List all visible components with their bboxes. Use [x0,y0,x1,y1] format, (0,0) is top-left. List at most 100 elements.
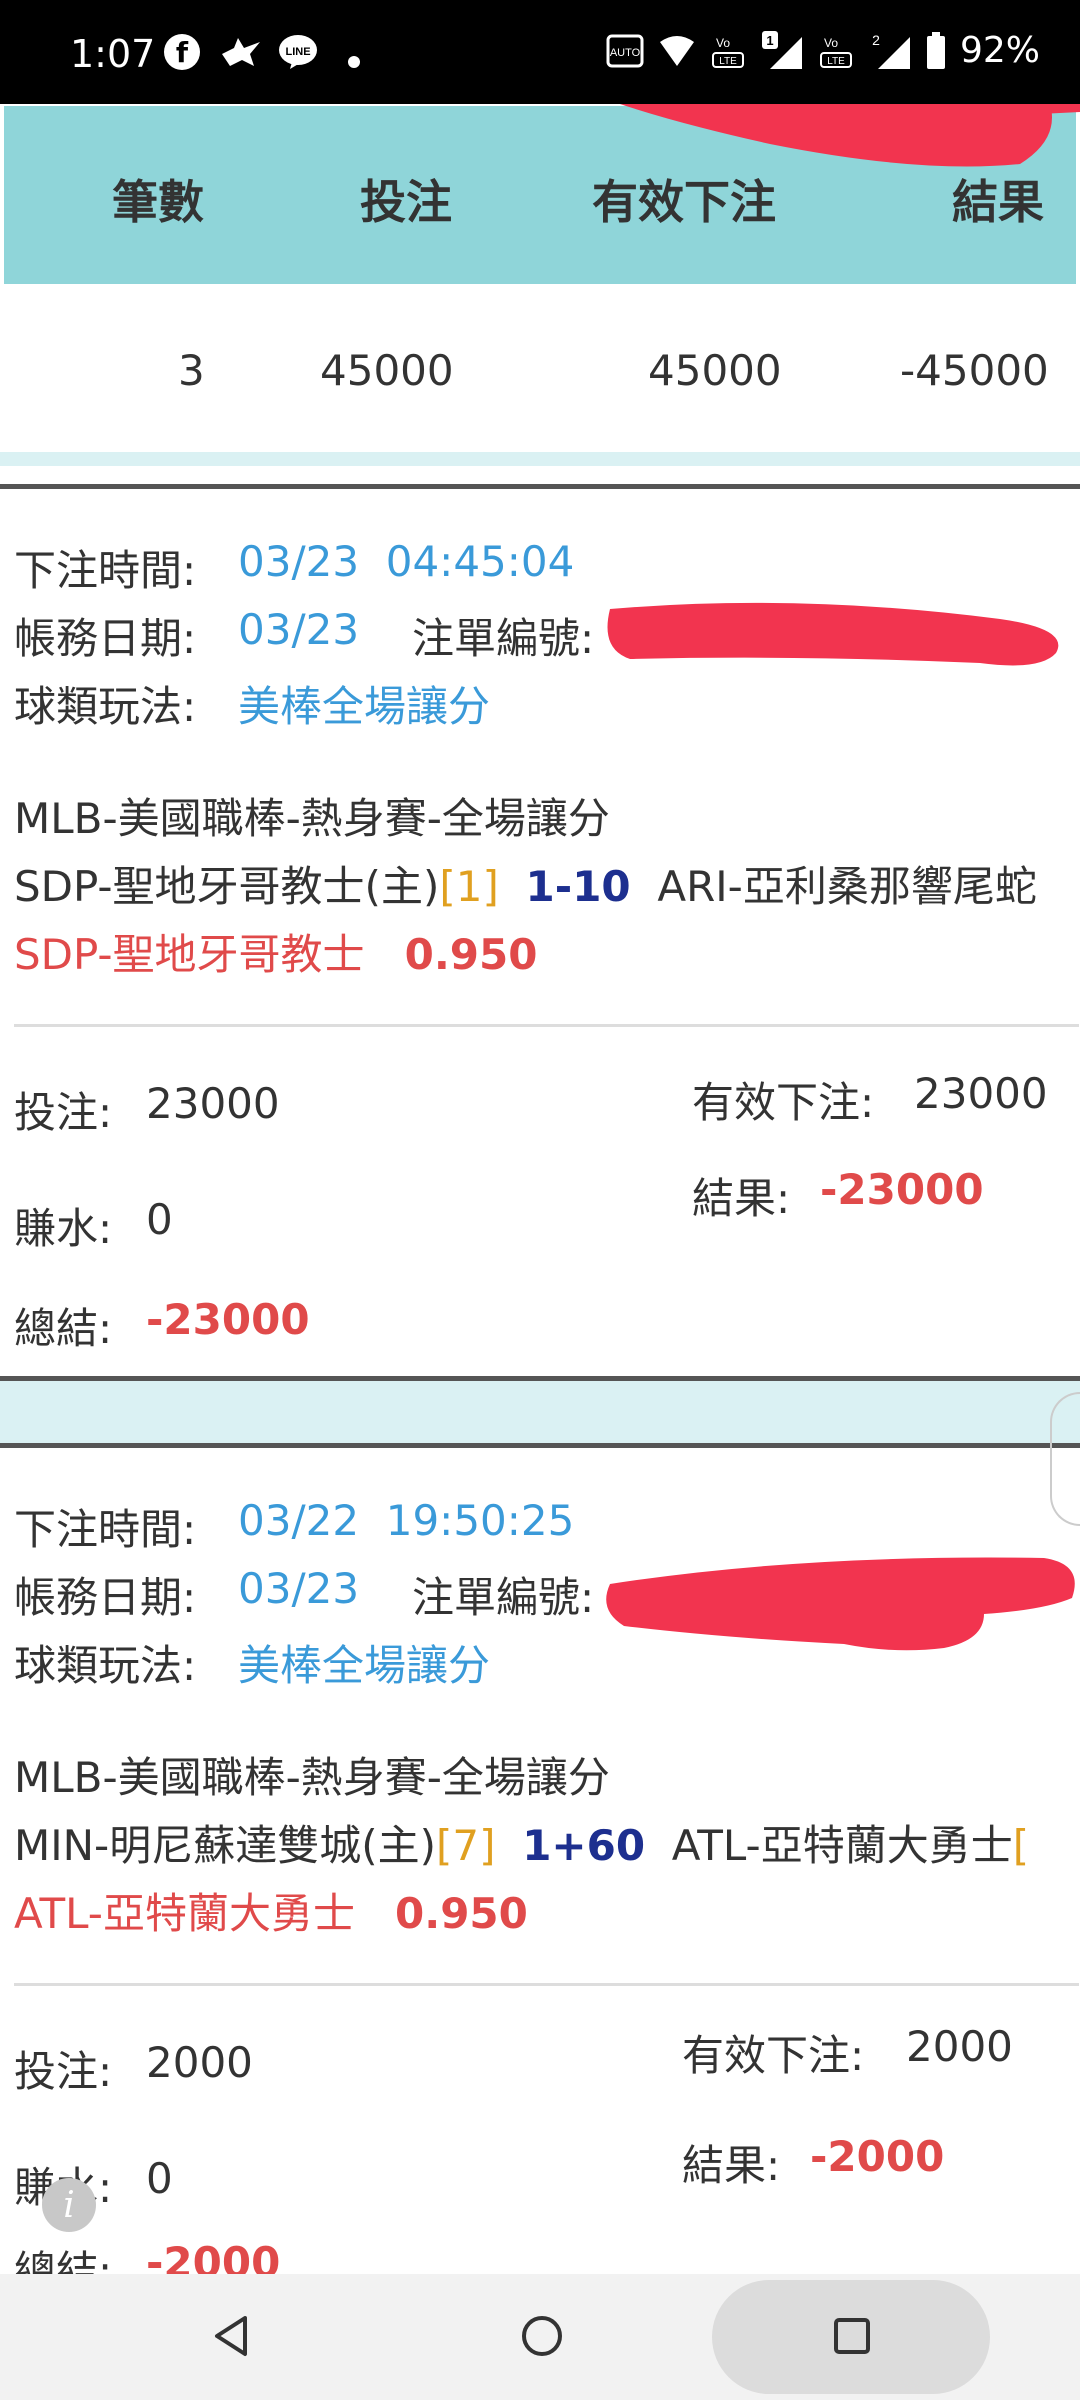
svg-text:AUTO: AUTO [610,47,641,59]
total-label: 總結: [14,1304,113,1353]
home-icon [522,2316,562,2356]
svg-text:1: 1 [766,33,773,48]
recents-button[interactable] [810,2294,894,2378]
summary-stake: 45000 [320,346,454,395]
home-team: MIN-明尼蘇達雙城(主) [14,1821,436,1870]
matchup: MIN-明尼蘇達雙城(主)[7] 1+60 ATL-亞特蘭大勇士[ [14,1812,1029,1873]
svg-text:Vo: Vo [716,36,730,50]
away-team: ATL-亞特蘭大勇士 [671,1821,1013,1870]
account-date-label: 帳務日期: [14,614,197,663]
total-label: 總結: [14,2247,113,2274]
divider [14,1983,1079,1986]
stake-value: 2000 [146,2038,253,2087]
header-stake: 投注 [360,175,452,229]
separator [0,1381,1080,1443]
valid-value: 2000 [906,2022,1013,2071]
status-bar: 1:07 f LINE AUTO Vo LTE 1 Vo LTE 2 92% [0,0,1080,104]
valid-label: 有效下注: [692,1078,875,1127]
info-icon[interactable]: i [42,2178,96,2232]
total-value: -23000 [146,1295,310,1344]
svg-text:LTE: LTE [827,56,845,67]
volte-lte-icon: Vo LTE [819,36,852,68]
stake-label: 投注: [14,1088,113,1137]
rebate-value: 0 [146,2154,173,2203]
status-icons: AUTO Vo LTE 1 Vo LTE 2 92% [606,30,1040,71]
summary-valid: 45000 [648,346,782,395]
redaction-mark [620,104,1080,167]
home-rank: [7] [435,1821,496,1870]
account-date: 03/23 [238,605,360,654]
divider [14,1024,1079,1027]
account-date: 03/23 [238,1564,360,1613]
handicap: 1-10 [525,862,631,911]
odds: 0.950 [404,930,538,979]
valid-label: 有效下注: [682,2031,865,2080]
rebate-value: 0 [146,1195,173,1244]
account-date-label: 帳務日期: [14,1573,197,1622]
total-value: -2000 [146,2238,281,2274]
back-icon [215,2316,247,2356]
result-value: -2000 [810,2132,945,2181]
order-no-label: 注單編號: [412,1573,595,1622]
stake-label: 投注: [14,2047,113,2096]
type-label: 球類玩法: [14,682,197,731]
redaction-mark [606,1557,1075,1651]
bet-type: 美棒全場讓分 [238,682,491,731]
valid-value: 23000 [914,1069,1048,1118]
away-rank: [ [1012,1821,1030,1870]
summary-count: 3 [178,346,205,395]
type-label: 球類玩法: [14,1641,197,1690]
navigation-bar [0,2274,1080,2400]
status-time: 1:07 [70,32,156,76]
odds: 0.950 [395,1889,528,1938]
signal-icon: 2 [872,32,910,69]
bet-time: 03/22 19:50:25 [238,1496,575,1545]
bet-type: 美棒全場讓分 [238,1641,491,1690]
result-value: -23000 [820,1165,984,1214]
pick-line: SDP-聖地牙哥教士 0.950 [14,921,537,982]
bet-records-screen[interactable]: 筆數 投注 有效下注 結果 3 45000 45000 -45000 下注時間:… [0,104,1080,2274]
side-handle[interactable] [1050,1392,1080,1526]
volte-lte-icon: Vo LTE [711,36,744,68]
rebate-label: 賺水: [14,1204,113,1253]
pick-team: SDP-聖地牙哥教士 [14,930,365,979]
stake-value: 23000 [146,1079,280,1128]
home-rank: [1] [439,862,499,911]
order-no-label: 注單編號: [412,614,595,663]
redaction-mark [607,602,1059,666]
result-label: 結果: [682,2141,781,2190]
bet-time-label: 下注時間: [14,546,197,595]
back-button[interactable] [196,2294,266,2378]
line-icon: LINE [278,34,318,70]
svg-text:2: 2 [872,32,880,48]
dot-icon [348,56,360,68]
bet-card: 下注時間: 03/23 04:45:04 帳務日期: 03/23 注單編號: 球… [4,489,1079,1479]
facebook-icon: f [164,34,200,70]
away-team: ARI-亞利桑那響尾蛇 [657,862,1037,911]
result-label: 結果: [692,1174,791,1223]
recents-icon [834,2318,870,2354]
separator [0,452,1080,466]
bird-icon [220,34,264,70]
summary-result: -45000 [900,346,1049,395]
auto-icon: AUTO [606,34,644,67]
home-button[interactable] [500,2294,584,2378]
battery-percent: 92% [959,30,1040,71]
svg-text:Vo: Vo [824,36,838,50]
pick-line: ATL-亞特蘭大勇士 0.950 [14,1880,528,1941]
wifi-icon [659,35,694,66]
league: MLB-美國職棒-熱身賽-全場讓分 [14,1753,610,1802]
svg-text:LINE: LINE [285,46,310,58]
bet-time-label: 下注時間: [14,1505,197,1554]
pick-team: ATL-亞特蘭大勇士 [14,1889,355,1938]
svg-text:LTE: LTE [719,56,737,67]
signal-icon: 1 [761,30,802,69]
handicap: 1+60 [522,1821,646,1870]
bet-time: 03/23 04:45:04 [238,537,575,586]
header-count: 筆數 [112,175,204,229]
bet-card: 下注時間: 03/22 19:50:25 帳務日期: 03/23 注單編號: 球… [4,1448,1079,2274]
home-team: SDP-聖地牙哥教士(主) [14,862,440,911]
matchup: SDP-聖地牙哥教士(主)[1] 1-10 ARI-亞利桑那響尾蛇 [14,853,1037,914]
league: MLB-美國職棒-熱身賽-全場讓分 [14,794,610,843]
battery-icon [926,31,945,69]
